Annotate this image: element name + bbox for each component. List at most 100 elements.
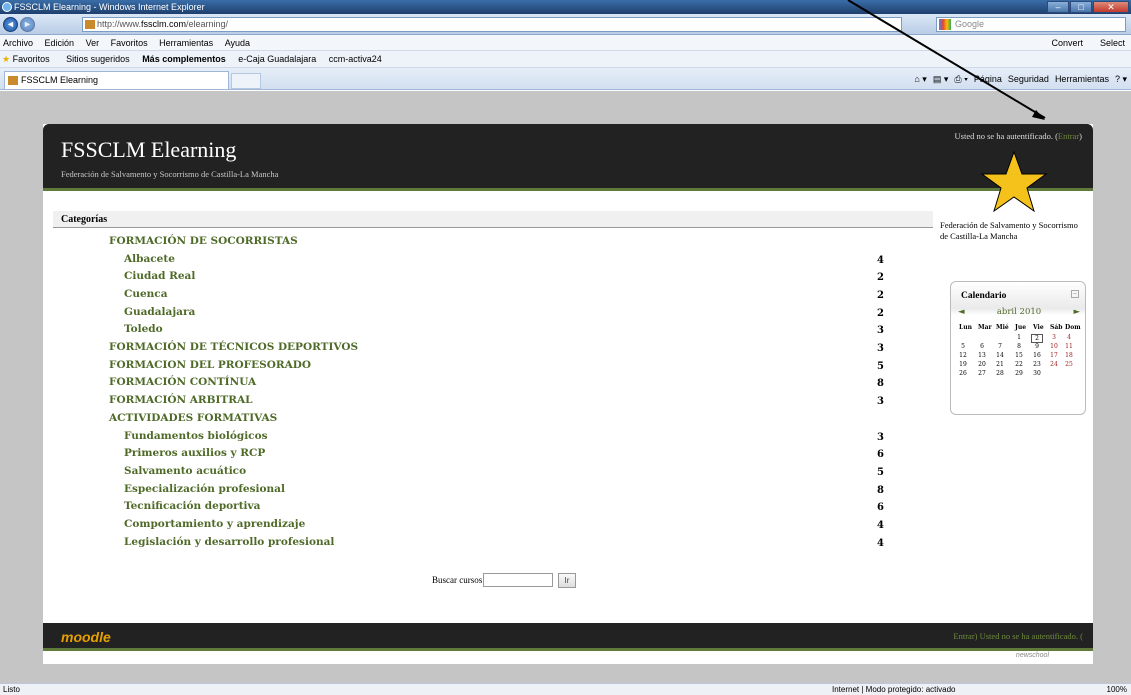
url-input[interactable]: http://www.fssclm.com/elearning/ (82, 17, 902, 32)
calendar-day[interactable]: 15 (1013, 352, 1025, 359)
calendar-day[interactable]: 20 (976, 361, 988, 368)
feeds-icon[interactable]: ▤ ▾ (933, 68, 949, 90)
category-link[interactable]: Legislación y desarrollo profesional (124, 536, 334, 554)
collapse-icon[interactable]: – (1071, 290, 1079, 298)
course-count: 3 (877, 396, 884, 407)
calendar-day[interactable]: 18 (1063, 352, 1075, 359)
maximize-button[interactable]: □ (1070, 1, 1092, 13)
calendar-day[interactable]: 19 (957, 361, 969, 368)
tools-menu[interactable]: Herramientas (1055, 68, 1109, 90)
close-button[interactable]: ✕ (1093, 1, 1129, 13)
convert-button[interactable]: Convert (1051, 35, 1083, 51)
category-link[interactable]: Guadalajara (124, 306, 195, 324)
course-count: 4 (877, 255, 884, 266)
menu-ayuda[interactable]: Ayuda (225, 38, 250, 48)
page-menu[interactable]: Página (974, 68, 1002, 90)
calendar-day[interactable]: 12 (957, 352, 969, 359)
forward-icon[interactable]: ► (20, 17, 35, 32)
favorites-item[interactable]: Sitios sugeridos (66, 54, 130, 64)
calendar-month[interactable]: abril 2010 (988, 307, 1050, 317)
site-subtitle: Federación de Salvamento y Socorrismo de… (61, 169, 279, 179)
window-titlebar: FSSCLM Elearning - Windows Internet Expl… (0, 0, 1131, 14)
calendar-day[interactable]: 21 (994, 361, 1006, 368)
select-button[interactable]: Select (1100, 35, 1125, 51)
search-input[interactable]: Google (936, 17, 1126, 32)
calendar-day[interactable]: 14 (994, 352, 1006, 359)
back-icon[interactable]: ◄ (3, 17, 18, 32)
calendar-day[interactable]: 9 (1031, 343, 1043, 350)
moodle-logo[interactable]: moodle (61, 629, 111, 645)
category-link[interactable]: Tecnificación deportiva (124, 500, 260, 518)
menu-bar: Archivo Edición Ver Favoritos Herramient… (0, 35, 1131, 51)
menu-edicion[interactable]: Edición (45, 38, 75, 48)
prev-month-icon[interactable]: ◄ (958, 307, 965, 317)
category-link[interactable]: Comportamiento y aprendizaje (124, 518, 305, 536)
calendar-day[interactable]: 28 (994, 370, 1006, 377)
category-link[interactable]: Primeros auxilios y RCP (124, 447, 265, 465)
calendar-day[interactable]: 24 (1048, 361, 1060, 368)
calendar-day[interactable]: 3 (1048, 334, 1060, 341)
newschool-logo[interactable]: newschool (1016, 652, 1049, 659)
page-viewport: FSSCLM Elearning Federación de Salvament… (0, 91, 1131, 683)
category-link[interactable]: FORMACION DEL PROFESORADO (109, 359, 311, 377)
calendar-day[interactable]: 30 (1031, 370, 1043, 377)
security-menu[interactable]: Seguridad (1008, 68, 1049, 90)
new-tab-button[interactable] (231, 73, 261, 89)
category-link[interactable]: Albacete (124, 253, 175, 271)
menu-archivo[interactable]: Archivo (3, 38, 33, 48)
menu-favoritos[interactable]: Favoritos (111, 38, 148, 48)
calendar-day[interactable]: 29 (1013, 370, 1025, 377)
minimize-button[interactable]: – (1047, 1, 1069, 13)
calendar-day[interactable]: 5 (957, 343, 969, 350)
next-month-icon[interactable]: ► (1073, 307, 1080, 317)
menu-herramientas[interactable]: Herramientas (159, 38, 213, 48)
favorites-item[interactable]: ccm-activa24 (329, 54, 382, 64)
category-link[interactable]: ACTIVIDADES FORMATIVAS (109, 412, 277, 430)
favorites-item[interactable]: Más complementos (142, 54, 226, 64)
home-icon[interactable]: ⌂ ▾ (914, 68, 926, 90)
status-bar: Listo Internet | Modo protegido: activad… (0, 683, 1131, 695)
category-link[interactable]: FORMACIÓN CONTÍNUA (109, 376, 256, 394)
calendar-day[interactable]: 16 (1031, 352, 1043, 359)
calendar-day[interactable]: 11 (1063, 343, 1075, 350)
calendar-day[interactable]: 8 (1013, 343, 1025, 350)
category-link[interactable]: Cuenca (124, 288, 168, 306)
calendar-day[interactable]: 25 (1063, 361, 1075, 368)
favorites-button[interactable]: Favoritos (13, 54, 50, 64)
category-link[interactable]: Salvamento acuático (124, 465, 246, 483)
footer-login[interactable]: Entrar) Usted no se ha autentificado. ( (953, 631, 1083, 641)
calendar-day[interactable]: 27 (976, 370, 988, 377)
calendar-weekday: Sáb (1050, 324, 1063, 331)
tab-fssclm[interactable]: FSSCLM Elearning (4, 71, 229, 89)
favorites-item[interactable]: e-Caja Guadalajara (238, 54, 316, 64)
menu-ver[interactable]: Ver (86, 38, 100, 48)
calendar-day[interactable]: 17 (1048, 352, 1060, 359)
favorites-bar: ★ Favoritos Sitios sugeridos Más complem… (0, 51, 1131, 68)
calendar-day[interactable]: 7 (994, 343, 1006, 350)
category-link[interactable]: FORMACIÓN DE SOCORRISTAS (109, 235, 298, 253)
course-count: 5 (877, 361, 884, 372)
calendar-day[interactable]: 22 (1013, 361, 1025, 368)
course-search-input[interactable] (483, 573, 553, 587)
category-link[interactable]: Toledo (124, 323, 163, 341)
category-link[interactable]: Fundamentos biológicos (124, 430, 268, 448)
calendar-day[interactable]: 1 (1013, 334, 1025, 341)
calendar-title: Calendario (961, 291, 1007, 301)
calendar-day[interactable]: 2 (1031, 334, 1043, 343)
category-link[interactable]: Especialización profesional (124, 483, 285, 501)
search-go-button[interactable]: Ir (558, 573, 576, 588)
calendar-day[interactable]: 23 (1031, 361, 1043, 368)
category-link[interactable]: FORMACIÓN ARBITRAL (109, 394, 253, 412)
print-icon[interactable]: ⎙ ▾ (954, 68, 967, 90)
calendar-day[interactable]: 26 (957, 370, 969, 377)
category-link[interactable]: Ciudad Real (124, 270, 195, 288)
search-label: Buscar cursos: (432, 575, 485, 585)
calendar-day[interactable]: 13 (976, 352, 988, 359)
calendar-day[interactable]: 6 (976, 343, 988, 350)
calendar-day[interactable]: 10 (1048, 343, 1060, 350)
login-link[interactable]: Entrar (1058, 131, 1079, 141)
calendar-day[interactable]: 4 (1063, 334, 1075, 341)
zoom-level[interactable]: 100% (1107, 684, 1127, 695)
help-icon[interactable]: ? ▾ (1115, 68, 1127, 90)
category-link[interactable]: FORMACIÓN DE TÉCNICOS DEPORTIVOS (109, 341, 358, 359)
